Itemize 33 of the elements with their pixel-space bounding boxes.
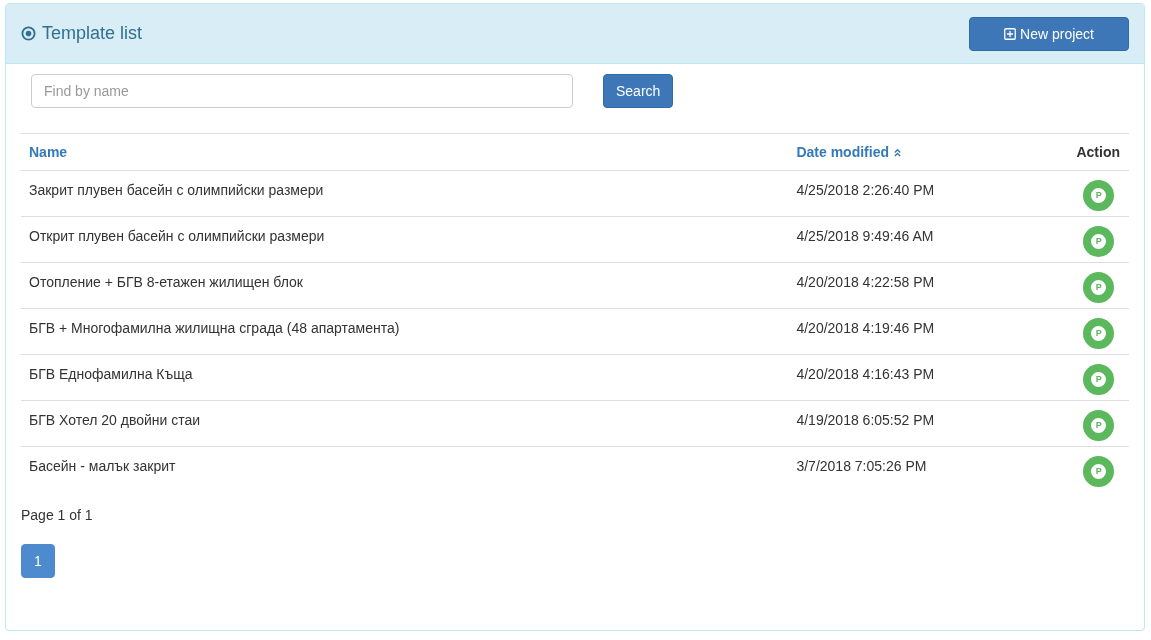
- project-name: Басейн - малък закрит: [29, 458, 176, 474]
- date-cell: 4/20/2018 4:22:58 PM: [796, 274, 935, 290]
- column-header[interactable]: Date modified: [796, 144, 889, 160]
- page-button[interactable]: 1: [21, 543, 55, 578]
- action-button[interactable]: P: [1083, 272, 1115, 303]
- panel-title: Template list: [42, 23, 143, 44]
- action-button[interactable]: P: [1083, 226, 1115, 257]
- project-name: БГВ Еднофамилна Къща: [29, 366, 193, 382]
- action-button[interactable]: P: [1083, 180, 1115, 211]
- action-button[interactable]: P: [1083, 364, 1115, 395]
- date-cell: 4/25/2018 9:49:46 AM: [796, 228, 934, 244]
- sort-chevron-icon[interactable]: [893, 148, 902, 157]
- date-cell: 4/20/2018 4:16:43 PM: [796, 366, 935, 382]
- date-cell: 4/20/2018 4:19:46 PM: [796, 320, 935, 336]
- project-name: БГВ + Многофамилна жилищна сграда (48 апартамента): [29, 320, 400, 336]
- search-field[interactable]: Find by name: [31, 74, 573, 108]
- radio-circle-icon: [21, 26, 36, 41]
- date-cell: 3/7/2018 7:05:26 PM: [796, 458, 927, 474]
- project-name: Отопление + БГВ 8-етажен жилищен блок: [29, 274, 303, 290]
- action-button[interactable]: P: [1083, 318, 1115, 349]
- page-summary: Page 1 of 1: [21, 506, 94, 523]
- plus-square-icon: [1004, 27, 1017, 40]
- search-button[interactable]: Search: [603, 74, 674, 108]
- action-button[interactable]: P: [1083, 456, 1115, 487]
- project-name: Открит плувен басейн с олимпийски размери: [29, 228, 325, 244]
- project-name: БГВ Хотел 20 двойни стаи: [29, 412, 201, 428]
- date-cell: 4/19/2018 6:05:52 PM: [796, 412, 935, 428]
- column-header[interactable]: Action: [1076, 144, 1120, 160]
- action-button[interactable]: P: [1083, 410, 1115, 441]
- date-cell: 4/25/2018 2:26:40 PM: [796, 182, 935, 198]
- column-header[interactable]: Name: [29, 144, 68, 160]
- new-project-button[interactable]: New project: [969, 16, 1129, 51]
- project-name: Закрит плувен басейн с олимпийски размери: [29, 182, 324, 198]
